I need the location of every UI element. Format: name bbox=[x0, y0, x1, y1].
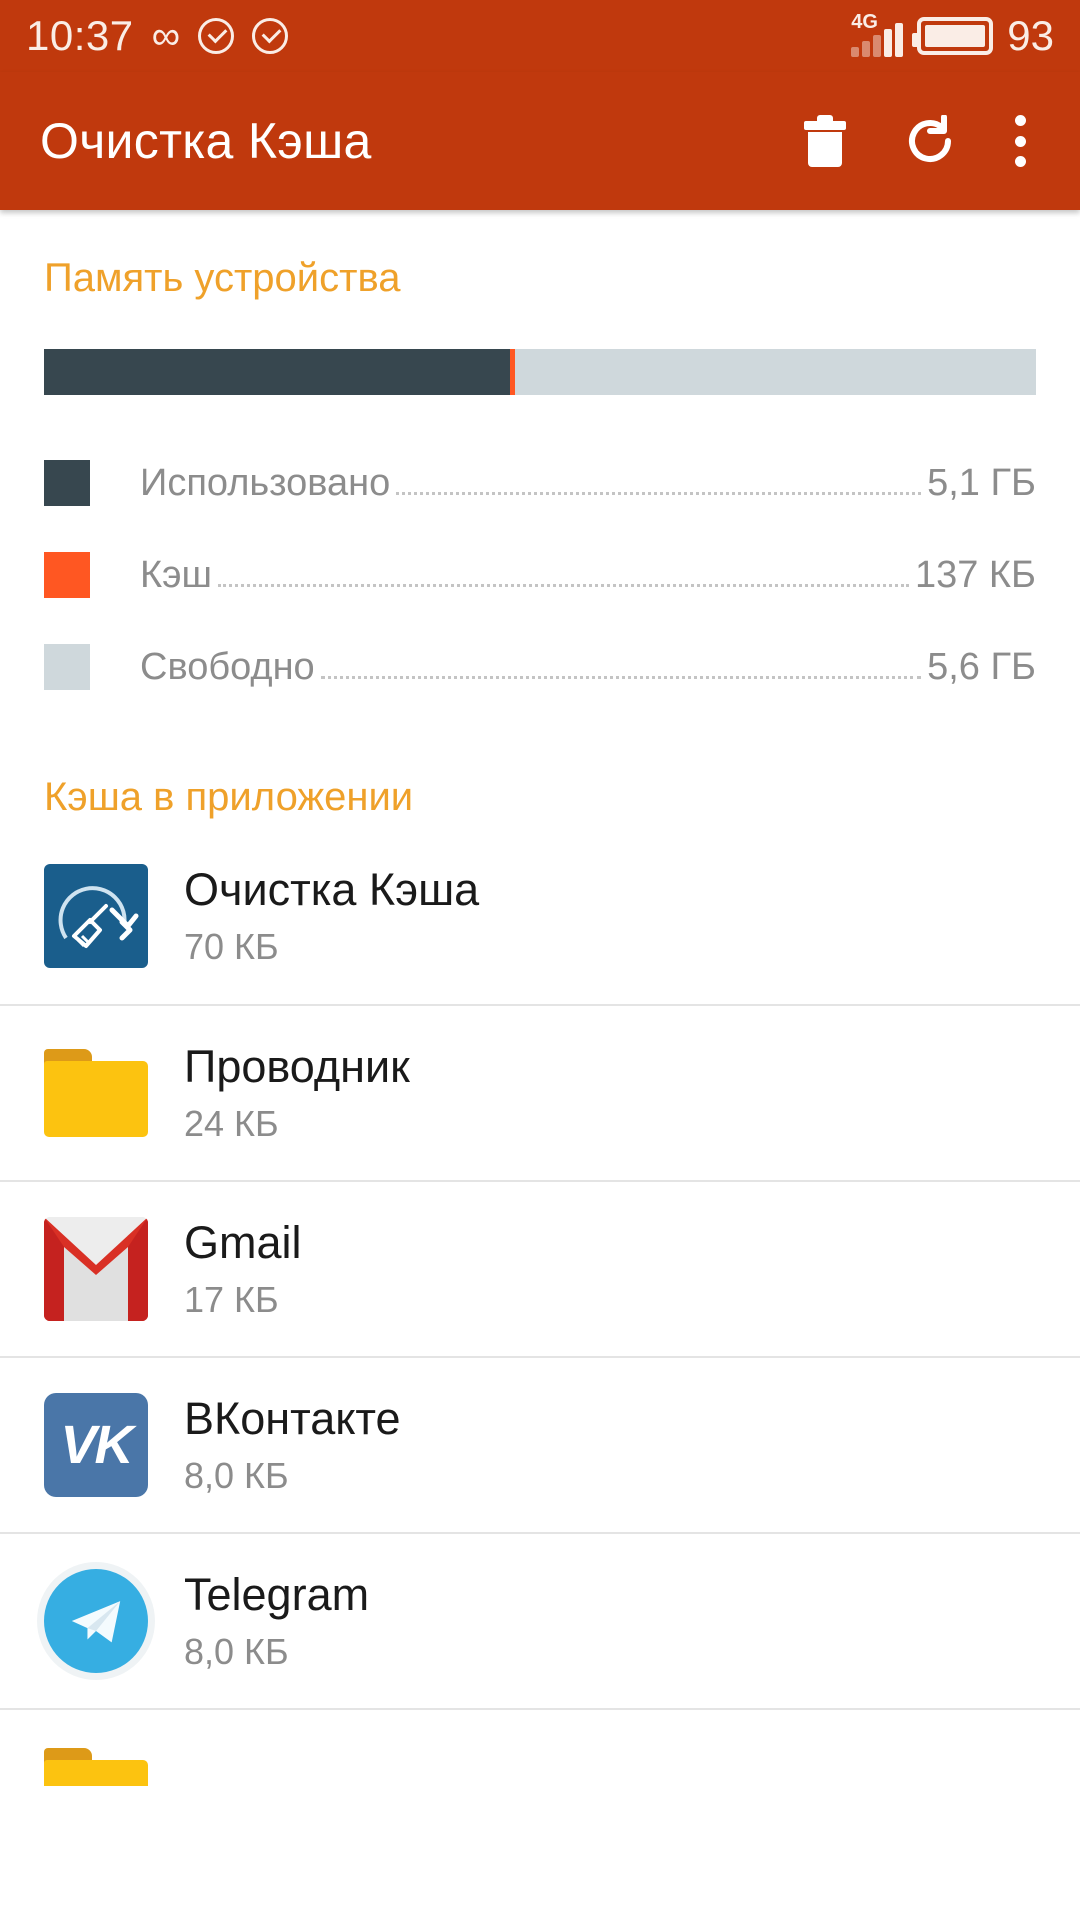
legend-row: Кэш 137 КБ bbox=[44, 529, 1036, 621]
legend-row: Свободно 5,6 ГБ bbox=[44, 621, 1036, 713]
page-title: Очистка Кэша bbox=[40, 113, 372, 169]
app-name: Проводник bbox=[184, 1041, 410, 1093]
status-bar: 10:37 ∞ 4G 93 bbox=[0, 0, 1080, 72]
vk-glyph: VK bbox=[60, 1415, 133, 1475]
list-item-text: Проводник 24 КБ bbox=[184, 1041, 410, 1145]
app-cache-size: 17 КБ bbox=[184, 1278, 279, 1320]
list-item-text: Очистка Кэша 70 КБ bbox=[184, 864, 479, 968]
cache-cleaner-icon bbox=[44, 864, 148, 968]
status-clock: 10:37 bbox=[26, 12, 134, 59]
app-name: ВКонтакте bbox=[184, 1393, 401, 1445]
app-toolbar: Очистка Кэша bbox=[0, 72, 1080, 210]
legend-label: Свободно bbox=[140, 645, 315, 688]
device-memory-block: Использовано 5,1 ГБ Кэш 137 КБ Свободно bbox=[0, 349, 1080, 713]
check-circle-icon bbox=[252, 18, 289, 54]
signal-bar-1 bbox=[851, 47, 860, 57]
app-name: Очистка Кэша bbox=[184, 864, 480, 916]
trash-lid bbox=[804, 121, 846, 130]
legend-leader bbox=[320, 675, 922, 679]
legend-body: Свободно 5,6 ГБ bbox=[140, 646, 1036, 689]
legend-swatch-used bbox=[44, 460, 90, 506]
legend-label: Кэш bbox=[140, 553, 213, 596]
list-item-partial[interactable] bbox=[0, 1708, 1080, 1786]
list-item[interactable]: Gmail 17 КБ bbox=[0, 1180, 1080, 1356]
battery-percent-label: 93 bbox=[1007, 12, 1054, 59]
legend-swatch-cache bbox=[44, 552, 90, 598]
legend-value: 5,6 ГБ bbox=[927, 645, 1036, 688]
legend-swatch-free bbox=[44, 644, 90, 690]
legend-leader bbox=[218, 583, 909, 587]
app-name: Telegram bbox=[184, 1569, 370, 1621]
gmail-icon bbox=[44, 1217, 148, 1321]
refresh-icon[interactable] bbox=[904, 114, 956, 167]
overflow-dot bbox=[1014, 135, 1026, 147]
legend-row: Использовано 5,1 ГБ bbox=[44, 437, 1036, 529]
list-item[interactable]: Очистка Кэша 70 КБ bbox=[0, 828, 1080, 1004]
list-item[interactable]: Telegram 8,0 КБ bbox=[0, 1532, 1080, 1708]
telegram-icon bbox=[44, 1569, 148, 1673]
overflow-menu-icon[interactable] bbox=[1014, 115, 1026, 167]
vk-icon: VK bbox=[44, 1393, 148, 1497]
folder-icon bbox=[44, 1041, 148, 1145]
storage-used-segment bbox=[44, 349, 511, 395]
folder-icon bbox=[44, 1740, 148, 1786]
app-cache-size: 24 КБ bbox=[184, 1102, 279, 1144]
list-item-text: Telegram 8,0 КБ bbox=[184, 1569, 369, 1673]
app-cache-heading: Кэша в приложении bbox=[44, 775, 414, 819]
app-cache-size: 8,0 КБ bbox=[184, 1454, 289, 1496]
list-item[interactable]: VK ВКонтакте 8,0 КБ bbox=[0, 1356, 1080, 1532]
infinity-icon: ∞ bbox=[151, 14, 181, 58]
status-bar-left: 10:37 ∞ bbox=[26, 12, 289, 59]
legend-body: Кэш 137 КБ bbox=[140, 554, 1036, 597]
main-content: Память устройства Использовано 5,1 ГБ Кэ… bbox=[0, 210, 1080, 1786]
network-type-label: 4G bbox=[851, 11, 878, 33]
app-cache-size: 8,0 КБ bbox=[184, 1630, 289, 1672]
legend-leader bbox=[396, 491, 922, 495]
overflow-dot bbox=[1014, 156, 1026, 167]
check-circle-icon bbox=[198, 18, 235, 54]
signal-bar-3 bbox=[873, 35, 882, 57]
folder-body bbox=[44, 1760, 148, 1786]
app-name: Gmail bbox=[184, 1217, 302, 1269]
app-cache-size: 70 КБ bbox=[184, 925, 279, 967]
legend-value: 5,1 ГБ bbox=[927, 461, 1036, 504]
list-item[interactable]: Проводник 24 КБ bbox=[0, 1004, 1080, 1180]
battery-fill bbox=[925, 25, 986, 47]
list-item-text: ВКонтакте 8,0 КБ bbox=[184, 1393, 401, 1497]
status-bar-right: 4G 93 bbox=[851, 11, 1054, 59]
trash-can bbox=[808, 132, 842, 167]
overflow-dot bbox=[1014, 115, 1026, 126]
list-item-text: Gmail 17 КБ bbox=[184, 1217, 302, 1321]
signal-icon: 4G bbox=[851, 11, 904, 57]
battery-icon bbox=[912, 17, 994, 55]
folder-body bbox=[44, 1061, 148, 1137]
storage-legend: Использовано 5,1 ГБ Кэш 137 КБ Свободно bbox=[44, 437, 1036, 713]
signal-bar-2 bbox=[862, 41, 871, 57]
storage-cache-segment bbox=[510, 349, 516, 395]
signal-bar-4 bbox=[884, 29, 893, 57]
legend-body: Использовано 5,1 ГБ bbox=[140, 462, 1036, 505]
device-memory-heading: Память устройства bbox=[44, 256, 401, 300]
storage-progress-bar bbox=[44, 349, 1036, 395]
signal-bar-5 bbox=[895, 23, 904, 57]
legend-label: Использовано bbox=[140, 461, 391, 504]
legend-value: 137 КБ bbox=[914, 553, 1036, 596]
trash-icon[interactable] bbox=[804, 115, 846, 167]
app-cache-list: Очистка Кэша 70 КБ Проводник 24 КБ Gmail… bbox=[0, 828, 1080, 1786]
toolbar-actions bbox=[804, 114, 1040, 167]
